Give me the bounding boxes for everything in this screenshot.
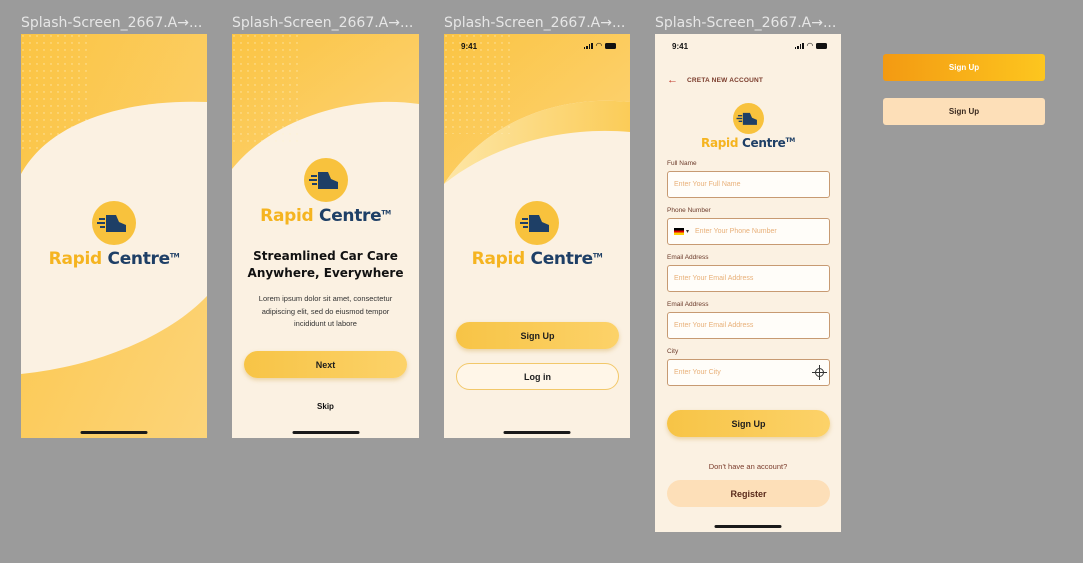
status-bar: 9:41 ◠ bbox=[672, 40, 827, 52]
city-label: City bbox=[667, 348, 679, 355]
frame-label: Splash-Screen_2667.A→... bbox=[444, 15, 626, 31]
location-target-icon[interactable] bbox=[812, 365, 827, 380]
heading-line: Anywhere, Everywhere bbox=[247, 266, 404, 280]
trademark: TM bbox=[592, 252, 603, 260]
phone-number-label: Phone Number bbox=[667, 207, 711, 214]
email-address-label: Email Address bbox=[667, 254, 709, 261]
brand-wordmark: Rapid CentreTM bbox=[21, 249, 207, 269]
full-name-placeholder: Enter Your Full Name bbox=[674, 181, 741, 188]
phone-number-input[interactable]: ▾ Enter Your Phone Number bbox=[667, 218, 830, 245]
description-line: Lorem ipsum dolor sit amet, consectetur bbox=[258, 294, 393, 303]
brand-word-rapid: Rapid bbox=[48, 249, 103, 269]
sign-up-button[interactable]: Sign Up bbox=[456, 322, 619, 349]
battery-icon bbox=[816, 42, 827, 49]
skip-link[interactable]: Skip bbox=[232, 402, 419, 411]
frame-label: Splash-Screen_2667.A→... bbox=[21, 15, 203, 31]
full-name-label: Full Name bbox=[667, 160, 697, 167]
brand-word-centre: Centre bbox=[530, 249, 594, 269]
onboarding-heading: Streamlined Car Care Anywhere, Everywher… bbox=[232, 248, 419, 282]
status-icons: ◠ bbox=[794, 40, 827, 50]
sign-up-button-light-variant[interactable]: Sign Up bbox=[883, 98, 1045, 125]
status-icons: ◠ bbox=[583, 40, 616, 50]
frame-label: Splash-Screen_2667.A→... bbox=[655, 15, 837, 31]
home-indicator bbox=[714, 525, 782, 528]
brand-logo: Rapid CentreTM bbox=[232, 158, 419, 226]
sign-up-button-primary-variant[interactable]: Sign Up bbox=[883, 54, 1045, 81]
email-address-label: Email Address bbox=[667, 301, 709, 308]
email-address-placeholder: Enter Your Email Address bbox=[674, 322, 754, 329]
status-time: 9:41 bbox=[672, 42, 689, 51]
welcome-screen-frame: 9:41 ◠ Rapid CentreTM Sign Up Log in bbox=[444, 34, 630, 438]
brand-wordmark: Rapid CentreTM bbox=[655, 136, 841, 150]
phone-number-placeholder: Enter Your Phone Number bbox=[695, 228, 777, 235]
brand-wordmark: Rapid CentreTM bbox=[444, 249, 630, 269]
full-name-input[interactable]: Enter Your Full Name bbox=[667, 171, 830, 198]
status-time: 9:41 bbox=[461, 42, 478, 51]
home-indicator bbox=[292, 431, 359, 434]
onboarding-screen-frame: Rapid CentreTM Streamlined Car Care Anyw… bbox=[232, 34, 419, 438]
no-account-text: Don't have an account? bbox=[708, 462, 788, 471]
status-bar: 9:41 ◠ bbox=[461, 40, 616, 52]
description-line: incididunt ut labore bbox=[294, 319, 357, 328]
brand-word-rapid: Rapid bbox=[701, 136, 739, 150]
signal-icon bbox=[794, 42, 804, 49]
car-logo-icon bbox=[92, 201, 136, 245]
wifi-icon: ◠ bbox=[595, 40, 602, 50]
brand-wordmark: Rapid CentreTM bbox=[232, 206, 419, 226]
home-indicator bbox=[80, 431, 148, 434]
email-address-input[interactable]: Enter Your Email Address bbox=[667, 265, 830, 292]
page-title: CRETA NEW ACCOUNT bbox=[687, 77, 764, 84]
log-in-button[interactable]: Log in bbox=[456, 363, 619, 390]
register-button[interactable]: Register bbox=[667, 480, 830, 507]
description-line: adipiscing elit, sed do eiusmod tempor bbox=[261, 306, 390, 316]
brand-word-centre: Centre bbox=[107, 249, 171, 269]
trademark: TM bbox=[785, 137, 796, 144]
car-logo-icon bbox=[303, 158, 348, 202]
brand-word-rapid: Rapid bbox=[471, 249, 526, 269]
city-placeholder: Enter Your City bbox=[674, 369, 721, 376]
car-logo-icon bbox=[732, 103, 764, 134]
splash-screen-frame: Rapid CentreTM bbox=[21, 34, 207, 438]
frame-label: Splash-Screen_2667.A→... bbox=[232, 15, 414, 31]
onboarding-description: Lorem ipsum dolor sit amet, consectetur … bbox=[240, 293, 411, 331]
next-button[interactable]: Next bbox=[244, 351, 407, 378]
signal-icon bbox=[583, 42, 593, 49]
page-header: ← CRETA NEW ACCOUNT bbox=[667, 75, 763, 86]
heading-line: Streamlined Car Care bbox=[253, 249, 398, 263]
trademark: TM bbox=[381, 209, 391, 217]
brand-logo: Rapid CentreTM bbox=[21, 201, 207, 269]
wifi-icon: ◠ bbox=[806, 40, 813, 50]
city-input[interactable]: Enter Your City bbox=[667, 359, 830, 386]
brand-logo: Rapid CentreTM bbox=[655, 103, 841, 150]
sign-up-button[interactable]: Sign Up bbox=[667, 410, 830, 437]
home-indicator bbox=[503, 431, 571, 434]
email-address-input[interactable]: Enter Your Email Address bbox=[667, 312, 830, 339]
brand-word-rapid: Rapid bbox=[260, 206, 314, 226]
chevron-down-icon[interactable]: ▾ bbox=[686, 228, 689, 235]
trademark: TM bbox=[169, 252, 180, 260]
car-logo-icon bbox=[515, 201, 559, 245]
germany-flag-icon[interactable] bbox=[674, 228, 684, 235]
brand-logo: Rapid CentreTM bbox=[444, 201, 630, 269]
battery-icon bbox=[605, 42, 616, 49]
create-account-screen-frame: 9:41 ◠ ← CRETA NEW ACCOUNT Rapid CentreT… bbox=[655, 34, 841, 532]
email-address-placeholder: Enter Your Email Address bbox=[674, 275, 754, 282]
brand-word-centre: Centre bbox=[742, 136, 786, 150]
back-arrow-icon[interactable]: ← bbox=[667, 75, 678, 86]
brand-word-centre: Centre bbox=[319, 206, 382, 226]
